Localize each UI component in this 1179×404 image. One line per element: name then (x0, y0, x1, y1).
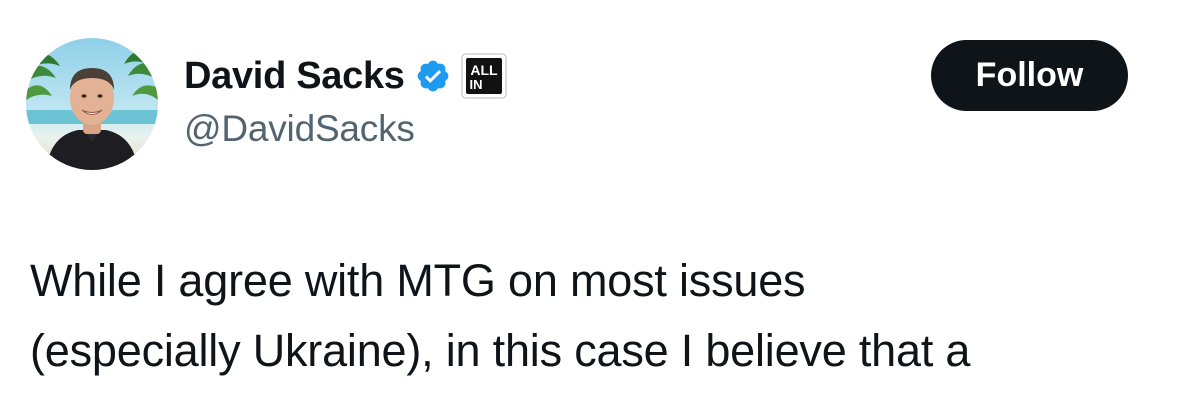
author-display-name[interactable]: David Sacks (184, 55, 405, 98)
tweet-card: David Sacks ALL IN @DavidSacks Follow Wh… (0, 0, 1179, 404)
avatar-photo (26, 38, 158, 170)
all-in-podcast-badge-icon[interactable]: ALL IN (460, 53, 507, 99)
verified-badge-icon[interactable] (415, 58, 451, 94)
follow-button[interactable]: Follow (931, 40, 1128, 111)
badge-text-line1: ALL (470, 62, 498, 78)
tweet-text-line: While I agree with MTG on most issues (30, 255, 806, 306)
badge-text-line2: IN (469, 77, 482, 92)
author-name-row: David Sacks ALL IN (184, 53, 507, 99)
author-avatar[interactable] (26, 38, 158, 170)
tweet-text-line: (especially Ukraine), in this case I bel… (30, 325, 971, 376)
author-handle[interactable]: @DavidSacks (184, 108, 415, 150)
tweet-text: While I agree with MTG on most issues (e… (30, 246, 1150, 386)
